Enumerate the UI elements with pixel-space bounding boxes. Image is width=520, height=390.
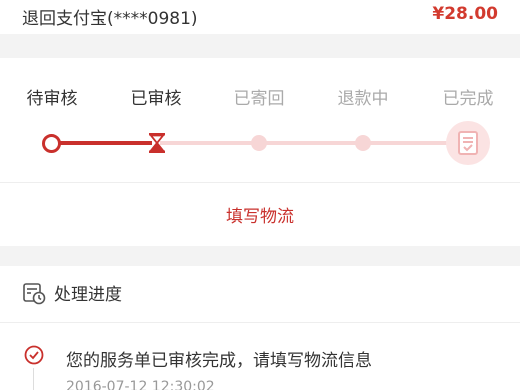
history-header: 处理进度 xyxy=(22,280,122,305)
step-labels: 待审核 已审核 已寄回 退款中 已完成 xyxy=(0,84,520,109)
history-entry-time: 2016-07-12 12:30:02 xyxy=(66,379,215,390)
history-title: 处理进度 xyxy=(54,285,122,305)
timeline-line xyxy=(33,368,34,390)
document-check-icon xyxy=(446,121,490,165)
refund-amount: ¥28.00 xyxy=(432,4,498,24)
step-node-refunding xyxy=(355,135,371,151)
calendar-clock-icon xyxy=(22,281,46,305)
refund-method: 退回支付宝(****0981) xyxy=(22,9,198,29)
refund-summary-row: 退回支付宝(****0981) ¥28.00 xyxy=(0,0,520,34)
check-circle-icon xyxy=(24,345,44,365)
step-label-sent-back: 已寄回 xyxy=(233,89,285,109)
step-node-start xyxy=(42,134,61,153)
progress-track xyxy=(0,121,520,165)
step-label-completed: 已完成 xyxy=(442,89,494,109)
step-node-sent-back xyxy=(251,135,267,151)
history-entry-text: 您的服务单已审核完成，请填写物流信息 xyxy=(66,351,372,371)
fill-logistics-button[interactable]: 填写物流 xyxy=(0,183,520,246)
step-label-pending-review: 待审核 xyxy=(26,89,78,109)
track-line-done xyxy=(58,141,152,145)
step-label-refunding: 退款中 xyxy=(337,89,389,109)
hourglass-icon xyxy=(147,132,167,154)
history-entry: 您的服务单已审核完成，请填写物流信息 2016-07-12 12:30:02 xyxy=(0,322,520,390)
step-label-reviewed: 已审核 xyxy=(130,89,182,109)
track-line-pending xyxy=(160,141,456,145)
history-card: 处理进度 您的服务单已审核完成，请填写物流信息 2016-07-12 12:30… xyxy=(0,266,520,390)
progress-card: 待审核 已审核 已寄回 退款中 已完成 填写物流 xyxy=(0,58,520,246)
